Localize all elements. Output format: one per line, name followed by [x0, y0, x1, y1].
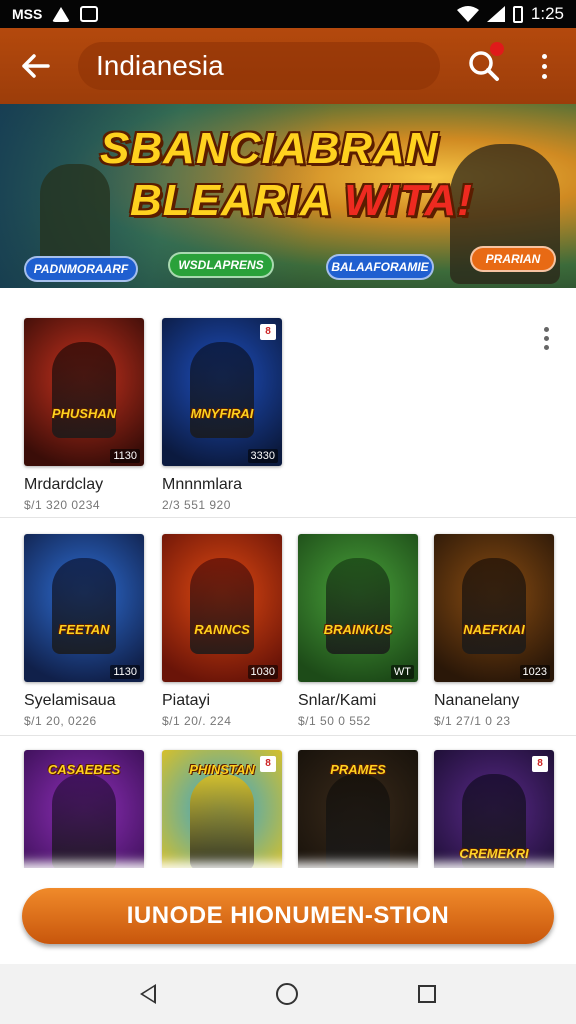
game-badge: 8	[532, 756, 548, 772]
status-bar: MSS 1:25	[0, 0, 576, 28]
game-meta: $/1 20/. 224	[162, 714, 232, 728]
game-title: Mnnnmlara	[162, 476, 243, 493]
notification-badge	[490, 42, 504, 56]
nav-back-icon[interactable]	[140, 984, 156, 1004]
game-meta: $/1 27/1 0 23	[434, 714, 511, 728]
carrier-logo-icon: MSS	[12, 6, 43, 22]
game-card[interactable]: BRAINKUS WT Snlar/Kami $/1 50 0 552	[298, 534, 418, 728]
divider	[0, 517, 576, 518]
back-arrow-icon[interactable]	[0, 28, 72, 104]
wifi-icon	[456, 6, 479, 22]
clock: 1:25	[530, 4, 564, 23]
system-nav-bar	[0, 964, 576, 1024]
banner-title-line1: SBANCIABRAN	[100, 124, 439, 173]
section-more-icon[interactable]	[532, 322, 560, 354]
overflow-menu-icon[interactable]	[526, 44, 562, 88]
game-thumbnail: RANNCS 1030	[162, 534, 282, 682]
game-title: Piatayi	[162, 692, 211, 709]
game-card[interactable]: 8 MNYFIRAI 3330 Mnnnmlara 2/3 551 920	[162, 318, 282, 512]
game-title: Nananelany	[434, 692, 520, 709]
banner-title-line2: BLEARIA WITA!	[130, 176, 473, 225]
banner-tag[interactable]: PRARIAN	[470, 246, 556, 272]
game-card[interactable]: RANNCS 1030 Piatayi $/1 20/. 224	[162, 534, 282, 728]
page-title: Indianesia	[78, 42, 440, 90]
game-title: Syelamisaua	[24, 692, 116, 709]
banner-tag[interactable]: WSDLAPRENS	[168, 252, 274, 278]
divider	[0, 735, 576, 736]
game-meta: $/1 320 0234	[24, 498, 101, 512]
install-button[interactable]: IUNODE HIONUMEN-STION	[22, 888, 554, 944]
notification-icon	[80, 6, 99, 22]
battery-icon	[512, 5, 523, 23]
nav-home-icon[interactable]	[276, 983, 298, 1005]
banner-tag[interactable]: BALAAFORAMIE	[326, 254, 434, 280]
banner-tag[interactable]: PADNMORAARF	[24, 256, 138, 282]
game-thumbnail: 8 MNYFIRAI 3330	[162, 318, 282, 466]
game-badge: 8	[260, 324, 276, 340]
signal-icon	[486, 6, 505, 22]
app-bar: Indianesia	[0, 28, 576, 104]
game-thumbnail: NAEFKIAI 1023	[434, 534, 554, 682]
game-title: Snlar/Kami	[298, 692, 377, 709]
cta-bar: IUNODE HIONUMEN-STION	[0, 868, 576, 964]
promo-banner[interactable]: SBANCIABRAN BLEARIA WITA! PADNMORAARF WS…	[0, 104, 576, 288]
game-thumbnail: PHUSHAN 1130	[24, 318, 144, 466]
game-meta: $/1 50 0 552	[298, 714, 371, 728]
game-meta: $/1 20, 0226	[24, 714, 97, 728]
game-card[interactable]: FEETAN 1130 Syelamisaua $/1 20, 0226	[24, 534, 144, 728]
game-thumbnail: FEETAN 1130	[24, 534, 144, 682]
game-thumbnail: BRAINKUS WT	[298, 534, 418, 682]
nav-recents-icon[interactable]	[418, 985, 436, 1003]
game-title: Mrdardclay	[24, 476, 104, 493]
game-card[interactable]: PHUSHAN 1130 Mrdardclay $/1 320 0234	[24, 318, 144, 512]
game-card[interactable]: NAEFKIAI 1023 Nananelany $/1 27/1 0 23	[434, 534, 554, 728]
warning-icon	[52, 6, 71, 22]
game-meta: 2/3 551 920	[162, 498, 231, 512]
